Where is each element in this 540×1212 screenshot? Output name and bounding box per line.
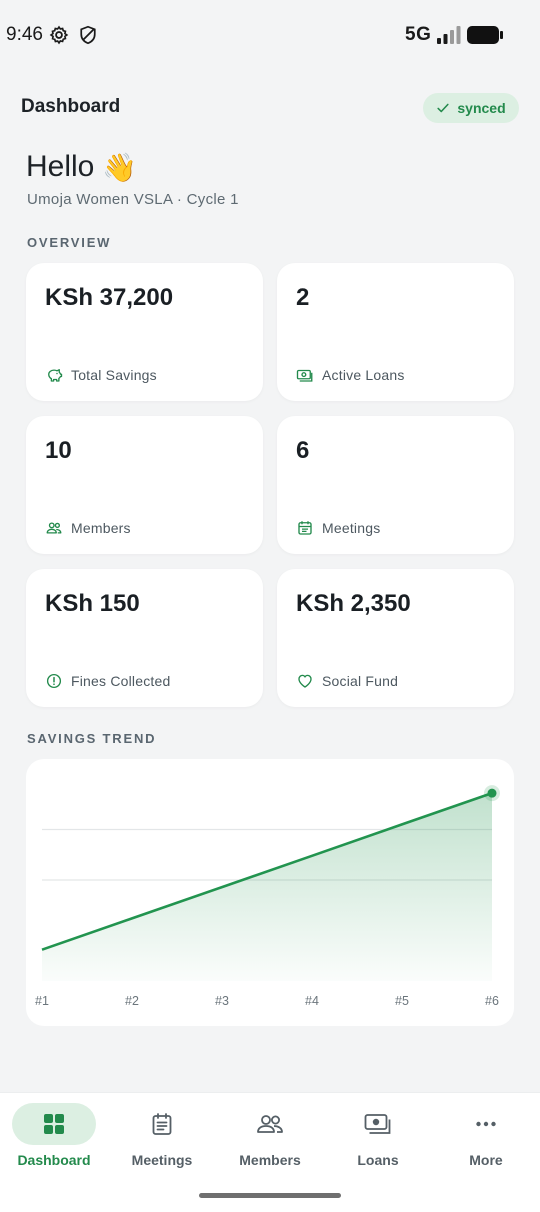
stat-label: Members [71, 520, 131, 536]
nav-label: More [469, 1152, 503, 1168]
savings-trend-section-label: SAVINGS TREND [27, 731, 157, 746]
nav-label: Meetings [131, 1152, 193, 1168]
social-fund-card[interactable]: KSh 2,350 Social Fund [277, 569, 514, 707]
shield-icon [80, 25, 96, 45]
x-tick-label: #4 [305, 994, 319, 1008]
status-bar: 9:46 5G [0, 0, 540, 70]
x-tick-label: #3 [215, 994, 229, 1008]
x-tick-label: #6 [485, 994, 499, 1008]
nav-item-meetings[interactable]: Meetings [108, 1093, 216, 1193]
network-type: 5G [405, 24, 432, 45]
meetings-card[interactable]: 6 Meetings [277, 416, 514, 554]
grid-icon [44, 1114, 64, 1134]
nav-label: Members [239, 1152, 301, 1168]
x-tick-label: #1 [35, 994, 49, 1008]
savings-trend-plot: #1 #2 #3 #4 #5 #6 [35, 785, 500, 1008]
greeting: Hello 👋 [26, 150, 137, 184]
nav-item-dashboard[interactable]: Dashboard [0, 1093, 108, 1193]
fines-collected-card[interactable]: KSh 150 Fines Collected [26, 569, 263, 707]
heart-icon [298, 674, 312, 688]
savings-area [42, 793, 492, 981]
stat-label: Social Fund [322, 673, 399, 689]
cash-icon [296, 369, 313, 382]
sync-label: synced [457, 100, 506, 116]
group-cycle-subtitle: Umoja Women VSLA · Cycle 1 [27, 191, 239, 208]
stat-value: 10 [45, 437, 72, 464]
check-icon [437, 103, 449, 113]
battery-icon [467, 26, 503, 44]
stat-label: Total Savings [71, 367, 157, 383]
active-loans-card[interactable]: 2 Active Loans [277, 263, 514, 401]
people-icon [257, 1115, 283, 1133]
status-time: 9:46 [6, 24, 43, 45]
x-tick-label: #2 [125, 994, 139, 1008]
stat-label: Meetings [322, 520, 381, 536]
members-card[interactable]: 10 Members [26, 416, 263, 554]
signal-icon [437, 26, 461, 44]
stat-label: Fines Collected [71, 673, 171, 689]
overview-section-label: OVERVIEW [27, 235, 112, 250]
cash-icon [364, 1114, 391, 1134]
x-tick-label: #5 [395, 994, 409, 1008]
stat-value: 6 [296, 437, 310, 464]
stat-value: KSh 150 [45, 590, 140, 617]
greeting-text: Hello [26, 150, 95, 183]
alert-circle-icon [46, 673, 62, 689]
members-icon [46, 522, 62, 534]
nav-item-members[interactable]: Members [216, 1093, 324, 1193]
nav-label: Dashboard [17, 1152, 91, 1168]
settings-gear-icon [49, 25, 69, 45]
page-title: Dashboard [21, 96, 121, 117]
home-indicator[interactable] [199, 1193, 341, 1198]
total-savings-card[interactable]: KSh 37,200 Total Savings [26, 263, 263, 401]
stat-value: KSh 2,350 [296, 590, 411, 617]
stat-value: KSh 37,200 [45, 284, 174, 311]
waving-hand-icon: 👋 [102, 151, 138, 183]
calendar-icon [298, 521, 312, 535]
last-data-point [487, 788, 497, 798]
sync-status-badge[interactable]: synced [423, 93, 519, 123]
piggy-bank-icon [48, 369, 63, 382]
stat-label: Active Loans [322, 367, 405, 383]
clipboard-icon [152, 1113, 172, 1135]
more-icon [476, 1121, 496, 1127]
savings-trend-chart: #1 #2 #3 #4 #5 #6 [26, 759, 514, 1026]
nav-item-more[interactable]: More [432, 1093, 540, 1193]
nav-item-loans[interactable]: Loans [324, 1093, 432, 1193]
nav-label: Loans [357, 1152, 399, 1168]
stat-value: 2 [296, 284, 310, 311]
